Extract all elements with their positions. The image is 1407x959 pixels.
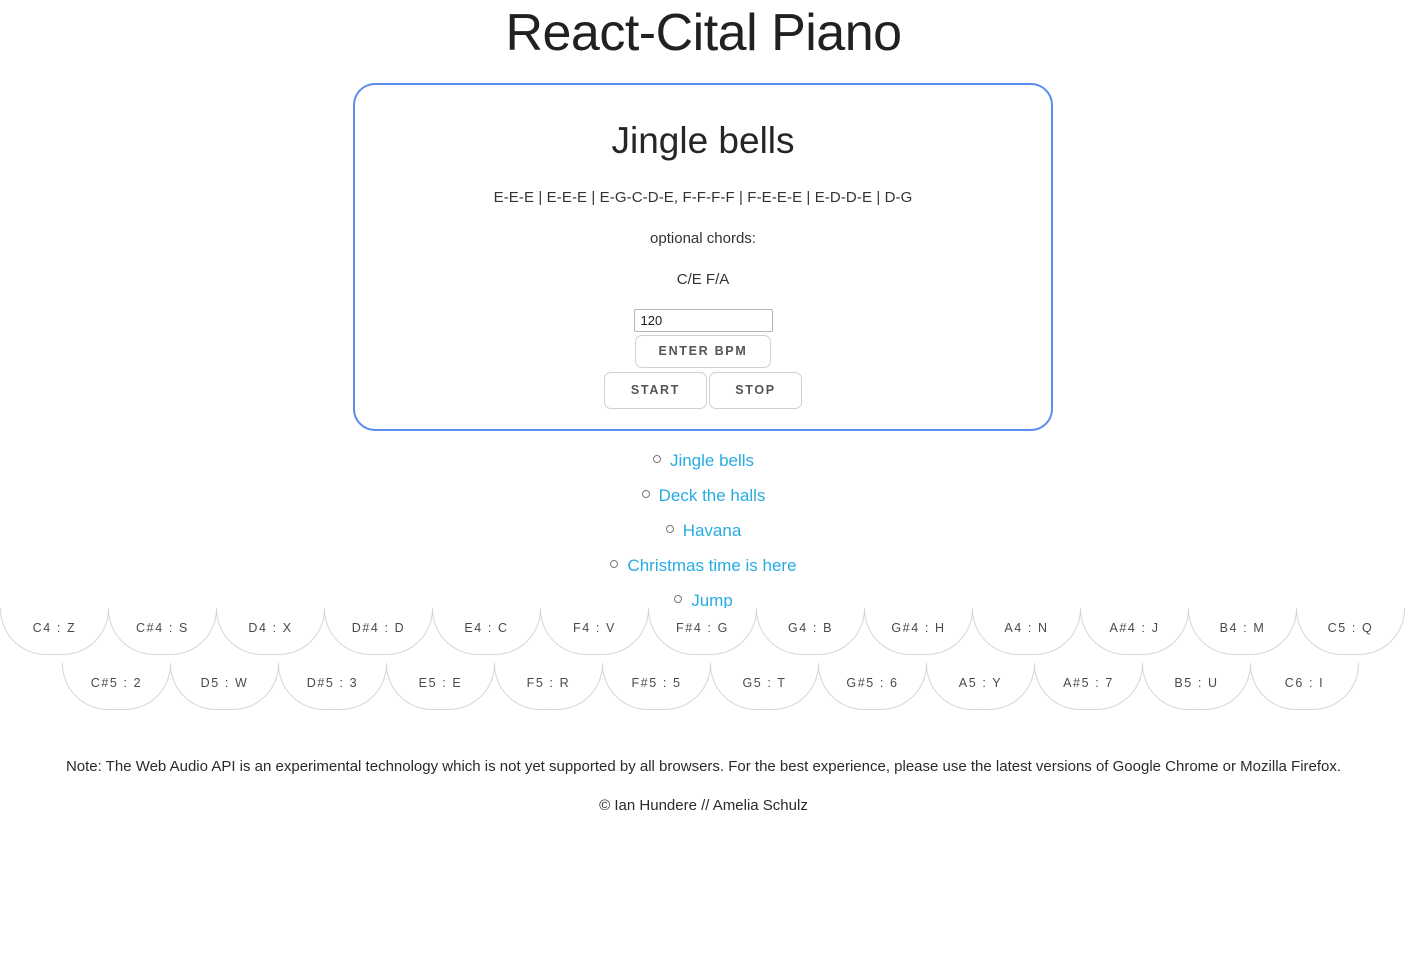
stop-button[interactable]: Stop: [709, 372, 802, 409]
piano-key[interactable]: E5 : E: [386, 663, 495, 710]
optional-chords-value: C/E F/A: [676, 271, 730, 288]
song-link-0[interactable]: Jingle bells: [670, 451, 754, 470]
piano-key[interactable]: G#4 : H: [864, 608, 973, 655]
song-note-sequence: E-E-E | E-E-E | E-G-C-D-E, F-F-F-F | F-E…: [493, 189, 913, 206]
circle-marker-icon: [641, 490, 650, 498]
piano-key[interactable]: F5 : R: [494, 663, 603, 710]
piano-key[interactable]: A5 : Y: [926, 663, 1035, 710]
piano-key[interactable]: C6 : I: [1250, 663, 1359, 710]
piano-key[interactable]: C#5 : 2: [62, 663, 171, 710]
piano-key[interactable]: D5 : W: [170, 663, 279, 710]
bpm-input[interactable]: [633, 309, 773, 332]
song-list: Jingle bells Deck the halls Havana Christma…: [0, 444, 1407, 619]
piano-key[interactable]: D#5 : 3: [278, 663, 387, 710]
transport-controls: Start Stop: [355, 372, 1051, 409]
piano-key-row-1: C4 : Z C#4 : S D4 : X D#4 : D E4 : C F4 : V F#…: [0, 608, 1405, 655]
page-title: React-Cital Piano: [505, 4, 902, 62]
circle-marker-icon: [665, 525, 674, 533]
piano-key[interactable]: B5 : U: [1142, 663, 1251, 710]
enter-bpm-button[interactable]: Enter BPM: [635, 335, 771, 368]
list-item: Havana: [0, 514, 1407, 549]
bpm-controls: [355, 309, 1051, 332]
list-item: Christmas time is here: [0, 549, 1407, 584]
piano-key[interactable]: C#4 : S: [108, 608, 217, 655]
piano-key[interactable]: F#4 : G: [648, 608, 757, 655]
piano-key[interactable]: C4 : Z: [0, 608, 109, 655]
piano-key-row-2: C#5 : 2 D5 : W D#5 : 3 E5 : E F5 : R F#5 : 5G…: [0, 663, 1359, 710]
piano-key[interactable]: D#4 : D: [324, 608, 433, 655]
piano-key[interactable]: B4 : M: [1188, 608, 1297, 655]
piano-key[interactable]: A#4 : J: [1080, 608, 1189, 655]
circle-marker-icon: [610, 560, 619, 568]
browser-support-note: Note: The Web Audio API is an experiment…: [65, 758, 1342, 775]
circle-marker-icon: [652, 455, 661, 463]
piano-keyboard: C4 : Z C#4 : S D4 : X D#4 : D E4 : C F4 : V F#…: [0, 608, 1407, 720]
piano-key[interactable]: G#5 : 6: [818, 663, 927, 710]
list-item: Jingle bells: [0, 444, 1407, 479]
song-link-1[interactable]: Deck the halls: [659, 486, 766, 505]
piano-key[interactable]: F#5 : 5: [602, 663, 711, 710]
optional-chords-label: optional chords:: [650, 230, 756, 247]
song-link-3[interactable]: Christmas time is here: [627, 556, 796, 575]
piano-key[interactable]: A#5 : 7: [1034, 663, 1143, 710]
piano-key[interactable]: D4 : X: [216, 608, 325, 655]
list-item: Deck the halls: [0, 479, 1407, 514]
circle-marker-icon: [674, 595, 683, 603]
piano-key[interactable]: A4 : N: [972, 608, 1081, 655]
piano-key[interactable]: C5 : Q: [1296, 608, 1405, 655]
song-title: Jingle bells: [611, 120, 795, 161]
copyright-text: © Ian Hundere // Amelia Schulz: [599, 797, 808, 814]
start-button[interactable]: Start: [604, 372, 707, 409]
piano-key[interactable]: G4 : B: [756, 608, 865, 655]
piano-key[interactable]: E4 : C: [432, 608, 541, 655]
piano-key[interactable]: F4 : V: [540, 608, 649, 655]
song-link-2[interactable]: Havana: [683, 521, 742, 540]
piano-key[interactable]: G5 : T: [710, 663, 819, 710]
song-card: Jingle bells E-E-E | E-E-E | E-G-C-D-E, …: [353, 83, 1053, 431]
